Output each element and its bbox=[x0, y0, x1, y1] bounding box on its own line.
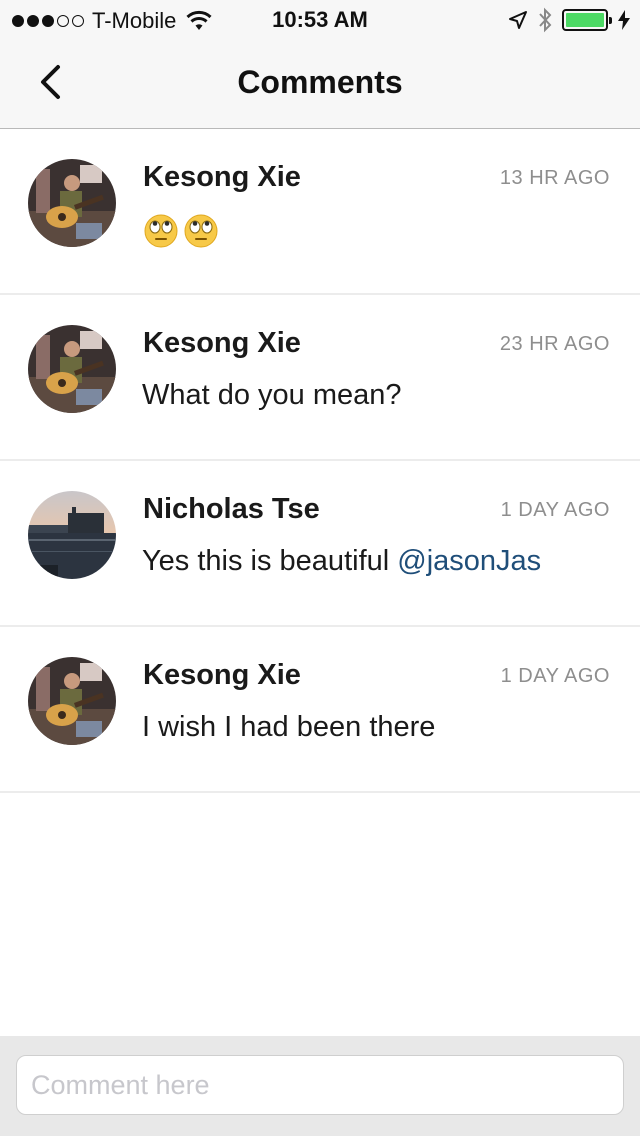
guitar-player-avatar-image bbox=[28, 325, 116, 413]
comment-author[interactable]: Kesong Xie bbox=[143, 659, 301, 692]
comment-item[interactable]: Nicholas Tse 1 DAY AGO Yes this is beaut… bbox=[0, 461, 640, 627]
guitar-player-avatar-image bbox=[28, 657, 116, 745]
comment-item[interactable]: Kesong Xie 23 HR AGO What do you mean? bbox=[0, 295, 640, 461]
avatar[interactable] bbox=[28, 657, 116, 745]
comment-text: What do you mean? bbox=[142, 379, 402, 411]
avatar[interactable] bbox=[28, 491, 116, 579]
face-with-rolling-eyes-icon bbox=[144, 214, 178, 248]
comment-item[interactable]: Kesong Xie 13 HR AGO bbox=[0, 129, 640, 295]
comment-author[interactable]: Kesong Xie bbox=[143, 327, 301, 360]
face-with-rolling-eyes-icon bbox=[184, 214, 218, 248]
comment-author[interactable]: Kesong Xie bbox=[143, 161, 301, 194]
guitar-player-avatar-image bbox=[28, 159, 116, 247]
comment-text: Yes this is beautiful @jasonJas bbox=[142, 545, 541, 578]
page-title: Comments bbox=[237, 64, 403, 100]
battery-fill bbox=[566, 13, 604, 27]
comment-composer bbox=[0, 1036, 640, 1136]
user-mention-link[interactable]: @jasonJas bbox=[397, 545, 541, 577]
comment-text: I wish I had been there bbox=[142, 711, 436, 743]
comments-list: Kesong Xie 13 HR AGO Kesong Xie 23 HR AG… bbox=[0, 129, 640, 793]
comment-timestamp: 13 HR AGO bbox=[499, 167, 610, 189]
charging-bolt-icon bbox=[618, 10, 630, 30]
comment-author[interactable]: Nicholas Tse bbox=[143, 493, 320, 526]
comment-emoji-text bbox=[143, 213, 219, 249]
comment-timestamp: 23 HR AGO bbox=[499, 333, 610, 355]
comment-timestamp: 1 DAY AGO bbox=[500, 665, 610, 687]
bluetooth-icon bbox=[539, 7, 552, 33]
location-arrow-icon bbox=[509, 11, 527, 29]
comment-text-body: Yes this is beautiful bbox=[142, 545, 398, 577]
comment-item[interactable]: Kesong Xie 1 DAY AGO I wish I had been t… bbox=[0, 627, 640, 793]
avatar[interactable] bbox=[28, 325, 116, 413]
navigation-bar: Comments bbox=[0, 40, 640, 128]
top-bar: T-Mobile 10:53 AM Comments bbox=[0, 0, 640, 129]
status-right bbox=[508, 7, 630, 33]
avatar[interactable] bbox=[28, 159, 116, 247]
comment-input[interactable] bbox=[16, 1055, 624, 1115]
status-bar: T-Mobile 10:53 AM bbox=[0, 0, 640, 40]
comments-screen: T-Mobile 10:53 AM Comments Kesong Xie 13… bbox=[0, 0, 640, 1136]
harbor-sunset-avatar-image bbox=[28, 491, 116, 579]
comment-timestamp: 1 DAY AGO bbox=[500, 499, 610, 521]
battery-icon bbox=[562, 9, 612, 31]
